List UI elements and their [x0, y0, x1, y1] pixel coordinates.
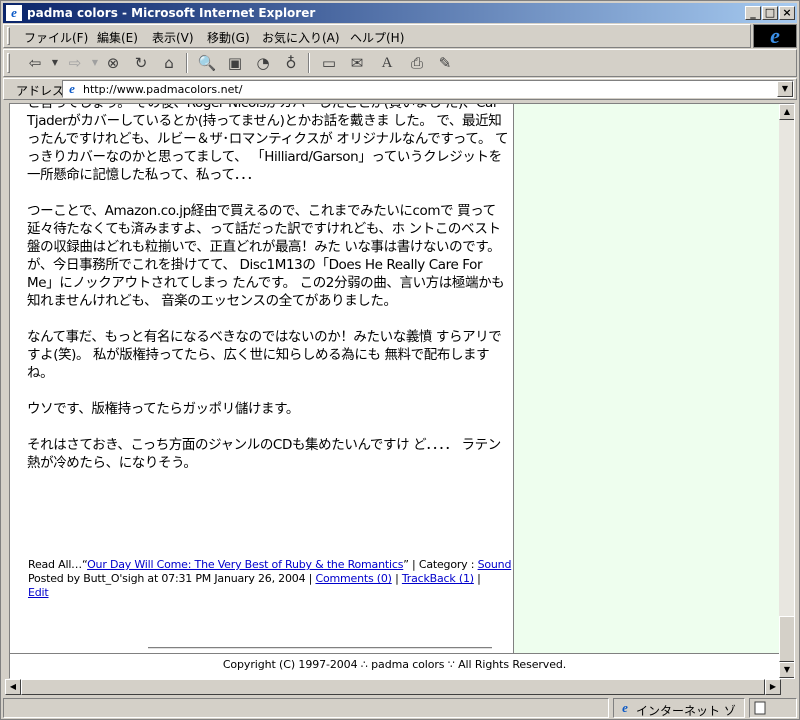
minimize-button[interactable]: _	[745, 6, 761, 20]
address-dropdown-button[interactable]: ▼	[777, 81, 793, 97]
article-body: と言ってしょう。 その後、Roger Nicolsがカバーしたことが(買いまし …	[27, 103, 509, 490]
scroll-left-button[interactable]: ◀	[5, 679, 21, 695]
status-resize-pane[interactable]	[749, 698, 797, 718]
menu-edit[interactable]: 編集(E)	[97, 29, 138, 46]
edit-icon[interactable]: ✎	[434, 53, 456, 73]
read-all-prefix: Read All…“	[28, 558, 88, 571]
favorites-icon[interactable]: ▣	[224, 53, 246, 73]
page-doc-icon	[754, 701, 766, 715]
meta-separator: |	[391, 572, 402, 585]
horizontal-scroll-thumb[interactable]	[21, 679, 765, 695]
back-icon[interactable]: ⇦	[24, 53, 46, 73]
status-bar: e インターネット ゾーン	[3, 698, 797, 718]
address-bar: アドレス e ▼	[3, 78, 797, 100]
menu-go[interactable]: 移動(G)	[207, 29, 250, 46]
comments-link[interactable]: Comments (0)	[315, 572, 392, 585]
back-dropdown-icon[interactable]: ▼	[44, 53, 66, 73]
browser-window: e padma colors - Microsoft Internet Expl…	[0, 0, 800, 720]
stop-icon[interactable]: ⊗	[102, 53, 124, 73]
posted-by-text: Posted by Butt_O'sigh at 07:31 PM Januar…	[28, 572, 316, 585]
home-icon[interactable]: ⌂	[158, 53, 180, 73]
font-size-icon[interactable]: A	[376, 53, 398, 73]
horizontal-scrollbar[interactable]: ◀ ▶	[5, 679, 781, 695]
search-icon[interactable]: 🔍	[196, 53, 218, 73]
menu-view[interactable]: 表示(V)	[152, 29, 194, 46]
standard-toolbar: ⇦ ▼ ⇨ ▼ ⊗ ↻ ⌂ 🔍 ▣ ◔ ♁ ▭ ✉ A ⎙ ✎	[3, 49, 797, 77]
article-paragraph: つーことで、Amazon.co.jp経由で買えるので、これまでみたいにcomで …	[27, 203, 505, 309]
channels-icon[interactable]: ♁	[280, 53, 302, 73]
article-paragraph: それはさておき、こっち方面のジャンルのCDも集めたいんですけ ど．．．． ラテン…	[27, 437, 501, 471]
trackback-link[interactable]: TrackBack (1)	[402, 572, 474, 585]
menu-bar: ファイル(F) 編集(E) 表示(V) 移動(G) お気に入り(A) ヘルプ(H…	[3, 24, 751, 48]
menubar-grip[interactable]	[7, 27, 10, 45]
page-icon: e	[69, 81, 75, 96]
edit-link[interactable]: Edit	[28, 586, 49, 599]
title-bar[interactable]: e padma colors - Microsoft Internet Expl…	[3, 3, 797, 23]
fullscreen-icon[interactable]: ▭	[318, 53, 340, 73]
read-all-link[interactable]: Our Day Will Come: The Very Best of Ruby…	[87, 558, 403, 571]
toolbar-grip[interactable]	[7, 53, 10, 73]
history-icon[interactable]: ◔	[252, 53, 274, 73]
meta-separator: |	[473, 572, 481, 585]
article-paragraph: と言ってしょう。 その後、Roger Nicolsがカバーしたことが(買いまし …	[27, 103, 509, 183]
menu-file[interactable]: ファイル(F)	[24, 29, 88, 46]
close-button[interactable]: ×	[779, 6, 795, 20]
entry-meta: Read All…“Our Day Will Come: The Very Be…	[28, 558, 514, 600]
category-prefix: ” | Category :	[403, 558, 478, 571]
copyright-footer: Copyright (C) 1997-2004 ∴ padma colors ∵…	[10, 653, 779, 677]
ie-throbber-logo: e	[753, 24, 797, 48]
scroll-right-button[interactable]: ▶	[765, 679, 781, 695]
horizontal-rule	[148, 647, 492, 649]
maximize-button[interactable]: □	[762, 6, 778, 20]
menu-favorites[interactable]: お気に入り(A)	[262, 29, 340, 46]
internet-zone-icon: e	[622, 700, 628, 715]
mail-icon[interactable]: ✉	[346, 53, 368, 73]
category-link[interactable]: Sound	[478, 558, 512, 571]
article-paragraph: なんて事だ、もっと有名になるべきなのではないのか！みたいな義憤 すらアリですよ(…	[27, 329, 502, 381]
menu-help[interactable]: ヘルプ(H)	[350, 29, 404, 46]
status-text-pane	[3, 698, 609, 718]
article-paragraph: ウソです、版権持ってたらガッポリ儲けます。	[27, 401, 299, 417]
scroll-up-button[interactable]: ▲	[779, 104, 794, 120]
security-zone-label: インターネット ゾーン	[636, 704, 736, 718]
address-field[interactable]: e ▼	[62, 80, 794, 98]
status-zone-pane: e インターネット ゾーン	[613, 698, 745, 718]
print-icon[interactable]: ⎙	[406, 53, 428, 73]
ie-page-icon[interactable]: e	[6, 5, 22, 21]
sidebar-column	[514, 104, 779, 653]
forward-icon[interactable]: ⇨	[64, 53, 86, 73]
address-input[interactable]	[83, 82, 773, 96]
vertical-scrollbar[interactable]: ▲ ▼	[779, 104, 794, 678]
page-viewport: と言ってしょう。 その後、Roger Nicolsがカバーしたことが(買いまし …	[9, 103, 795, 679]
address-label: アドレス	[16, 84, 65, 98]
vertical-scroll-thumb[interactable]	[779, 616, 794, 662]
toolbar-separator	[186, 53, 188, 73]
refresh-icon[interactable]: ↻	[130, 53, 152, 73]
toolbar-separator	[308, 53, 310, 73]
main-column: と言ってしょう。 その後、Roger Nicolsがカバーしたことが(買いまし …	[10, 104, 514, 653]
scroll-down-button[interactable]: ▼	[779, 662, 794, 678]
window-title: padma colors - Microsoft Internet Explor…	[27, 6, 316, 20]
